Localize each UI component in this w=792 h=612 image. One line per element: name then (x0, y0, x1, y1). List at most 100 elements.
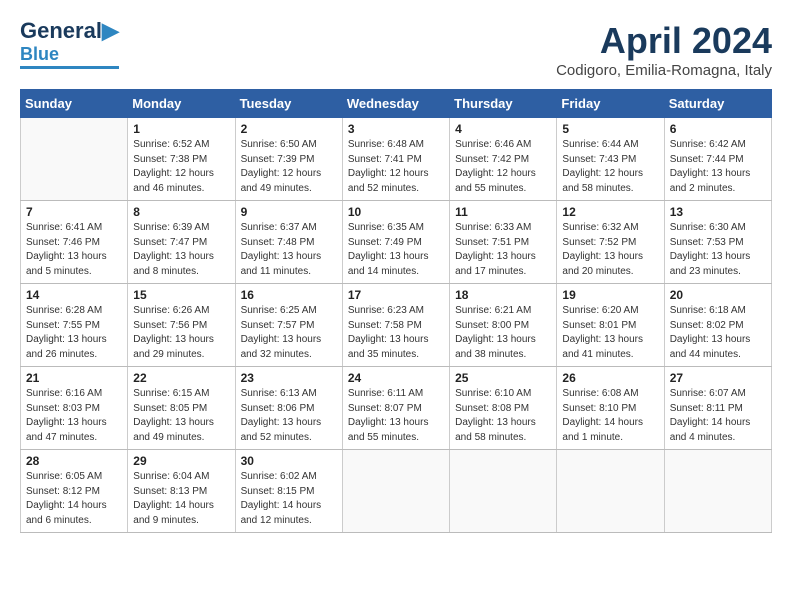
logo: General▶ Blue (20, 20, 119, 69)
logo-blue-text: Blue (20, 44, 59, 64)
day-info: Sunrise: 6:46 AMSunset: 7:42 PMDaylight:… (455, 138, 551, 196)
day-info: Sunrise: 6:16 AMSunset: 8:03 PMDaylight:… (26, 387, 122, 445)
calendar-cell (450, 450, 557, 533)
calendar-cell: 25Sunrise: 6:10 AMSunset: 8:08 PMDayligh… (450, 367, 557, 450)
logo-underline (20, 66, 119, 69)
calendar-cell: 12 Sunrise: 6:32 AMSunset: 7:52 PMDayligh… (557, 201, 664, 284)
day-number: 27 (670, 371, 766, 385)
day-info: Sunrise: 6:18 AMSunset: 8:02 PMDaylight:… (670, 304, 766, 362)
day-info: Sunrise: 6:25 AMSunset: 7:57 PMDaylight:… (241, 304, 337, 362)
day-number: 2 (241, 122, 337, 136)
day-info: Sunrise: 6:37 AMSunset: 7:48 PMDaylight:… (241, 221, 337, 279)
location: Codigoro, Emilia-Romagna, Italy (556, 62, 772, 79)
day-info: Sunrise: 6:11 AMSunset: 8:07 PMDaylight:… (348, 387, 444, 445)
day-info: Sunrise: 6:44 AMSunset: 7:43 PMDaylight:… (562, 138, 658, 196)
day-info: Sunrise: 6:32 AMSunset: 7:52 PMDaylight:… (562, 221, 658, 279)
week-row-3: 14 Sunrise: 6:28 AMSunset: 7:55 PMDayligh… (21, 284, 772, 367)
day-number: 24 (348, 371, 444, 385)
day-info: Sunrise: 6:30 AMSunset: 7:53 PMDaylight:… (670, 221, 766, 279)
calendar-cell: 6 Sunrise: 6:42 AMSunset: 7:44 PMDaylight… (664, 118, 771, 201)
calendar-cell (21, 118, 128, 201)
day-number: 30 (241, 454, 337, 468)
calendar-cell: 13 Sunrise: 6:30 AMSunset: 7:53 PMDayligh… (664, 201, 771, 284)
calendar-cell: 29 Sunrise: 6:04 AMSunset: 8:13 PMDayligh… (128, 450, 235, 533)
calendar-cell: 5 Sunrise: 6:44 AMSunset: 7:43 PMDaylight… (557, 118, 664, 201)
day-info: Sunrise: 6:48 AMSunset: 7:41 PMDaylight:… (348, 138, 444, 196)
logo-general: General (20, 18, 102, 43)
calendar-cell: 2 Sunrise: 6:50 AMSunset: 7:39 PMDaylight… (235, 118, 342, 201)
day-number: 18 (455, 288, 551, 302)
day-number: 8 (133, 205, 229, 219)
column-header-sunday: Sunday (21, 90, 128, 118)
calendar-cell (664, 450, 771, 533)
day-info: Sunrise: 6:23 AMSunset: 7:58 PMDaylight:… (348, 304, 444, 362)
calendar-cell: 19Sunrise: 6:20 AMSunset: 8:01 PMDayligh… (557, 284, 664, 367)
calendar-header-row: SundayMondayTuesdayWednesdayThursdayFrid… (21, 90, 772, 118)
day-number: 10 (348, 205, 444, 219)
week-row-5: 28Sunrise: 6:05 AMSunset: 8:12 PMDayligh… (21, 450, 772, 533)
week-row-4: 21 Sunrise: 6:16 AMSunset: 8:03 PMDayligh… (21, 367, 772, 450)
day-info: Sunrise: 6:35 AMSunset: 7:49 PMDaylight:… (348, 221, 444, 279)
column-header-thursday: Thursday (450, 90, 557, 118)
calendar-table: SundayMondayTuesdayWednesdayThursdayFrid… (20, 89, 772, 533)
calendar-cell: 20 Sunrise: 6:18 AMSunset: 8:02 PMDayligh… (664, 284, 771, 367)
calendar-cell: 15Sunrise: 6:26 AMSunset: 7:56 PMDayligh… (128, 284, 235, 367)
calendar-cell: 21 Sunrise: 6:16 AMSunset: 8:03 PMDayligh… (21, 367, 128, 450)
day-number: 5 (562, 122, 658, 136)
calendar-cell: 16 Sunrise: 6:25 AMSunset: 7:57 PMDayligh… (235, 284, 342, 367)
calendar-cell: 3 Sunrise: 6:48 AMSunset: 7:41 PMDaylight… (342, 118, 449, 201)
day-number: 25 (455, 371, 551, 385)
day-number: 23 (241, 371, 337, 385)
day-info: Sunrise: 6:07 AMSunset: 8:11 PMDaylight:… (670, 387, 766, 445)
day-info: Sunrise: 6:42 AMSunset: 7:44 PMDaylight:… (670, 138, 766, 196)
calendar-cell: 27 Sunrise: 6:07 AMSunset: 8:11 PMDayligh… (664, 367, 771, 450)
day-number: 11 (455, 205, 551, 219)
column-header-wednesday: Wednesday (342, 90, 449, 118)
day-number: 26 (562, 371, 658, 385)
day-number: 6 (670, 122, 766, 136)
calendar-cell: 17 Sunrise: 6:23 AMSunset: 7:58 PMDayligh… (342, 284, 449, 367)
day-number: 9 (241, 205, 337, 219)
calendar-cell: 18 Sunrise: 6:21 AMSunset: 8:00 PMDayligh… (450, 284, 557, 367)
calendar-cell: 11Sunrise: 6:33 AMSunset: 7:51 PMDayligh… (450, 201, 557, 284)
calendar-cell: 26Sunrise: 6:08 AMSunset: 8:10 PMDayligh… (557, 367, 664, 450)
calendar-cell: 22 Sunrise: 6:15 AMSunset: 8:05 PMDayligh… (128, 367, 235, 450)
column-header-monday: Monday (128, 90, 235, 118)
day-number: 20 (670, 288, 766, 302)
month-title: April 2024 (556, 20, 772, 62)
day-number: 21 (26, 371, 122, 385)
calendar-cell: 9 Sunrise: 6:37 AMSunset: 7:48 PMDaylight… (235, 201, 342, 284)
day-number: 3 (348, 122, 444, 136)
day-number: 16 (241, 288, 337, 302)
day-info: Sunrise: 6:26 AMSunset: 7:56 PMDaylight:… (133, 304, 229, 362)
day-number: 22 (133, 371, 229, 385)
calendar-cell: 14 Sunrise: 6:28 AMSunset: 7:55 PMDayligh… (21, 284, 128, 367)
day-info: Sunrise: 6:21 AMSunset: 8:00 PMDaylight:… (455, 304, 551, 362)
day-number: 13 (670, 205, 766, 219)
column-header-saturday: Saturday (664, 90, 771, 118)
day-info: Sunrise: 6:50 AMSunset: 7:39 PMDaylight:… (241, 138, 337, 196)
day-number: 12 (562, 205, 658, 219)
page-header: General▶ Blue April 2024 Codigoro, Emili… (20, 20, 772, 79)
column-header-friday: Friday (557, 90, 664, 118)
day-number: 7 (26, 205, 122, 219)
calendar-cell: 30 Sunrise: 6:02 AMSunset: 8:15 PMDayligh… (235, 450, 342, 533)
calendar-cell (342, 450, 449, 533)
calendar-cell: 23 Sunrise: 6:13 AMSunset: 8:06 PMDayligh… (235, 367, 342, 450)
day-info: Sunrise: 6:15 AMSunset: 8:05 PMDaylight:… (133, 387, 229, 445)
day-number: 14 (26, 288, 122, 302)
calendar-cell: 7Sunrise: 6:41 AMSunset: 7:46 PMDaylight… (21, 201, 128, 284)
calendar-cell: 28Sunrise: 6:05 AMSunset: 8:12 PMDayligh… (21, 450, 128, 533)
day-info: Sunrise: 6:20 AMSunset: 8:01 PMDaylight:… (562, 304, 658, 362)
day-info: Sunrise: 6:39 AMSunset: 7:47 PMDaylight:… (133, 221, 229, 279)
day-info: Sunrise: 6:13 AMSunset: 8:06 PMDaylight:… (241, 387, 337, 445)
day-info: Sunrise: 6:02 AMSunset: 8:15 PMDaylight:… (241, 470, 337, 528)
day-number: 29 (133, 454, 229, 468)
day-number: 17 (348, 288, 444, 302)
day-info: Sunrise: 6:28 AMSunset: 7:55 PMDaylight:… (26, 304, 122, 362)
week-row-1: 1Sunrise: 6:52 AMSunset: 7:38 PMDaylight… (21, 118, 772, 201)
logo-blue: ▶ (102, 18, 119, 43)
day-info: Sunrise: 6:04 AMSunset: 8:13 PMDaylight:… (133, 470, 229, 528)
title-area: April 2024 Codigoro, Emilia-Romagna, Ita… (556, 20, 772, 79)
day-number: 1 (133, 122, 229, 136)
